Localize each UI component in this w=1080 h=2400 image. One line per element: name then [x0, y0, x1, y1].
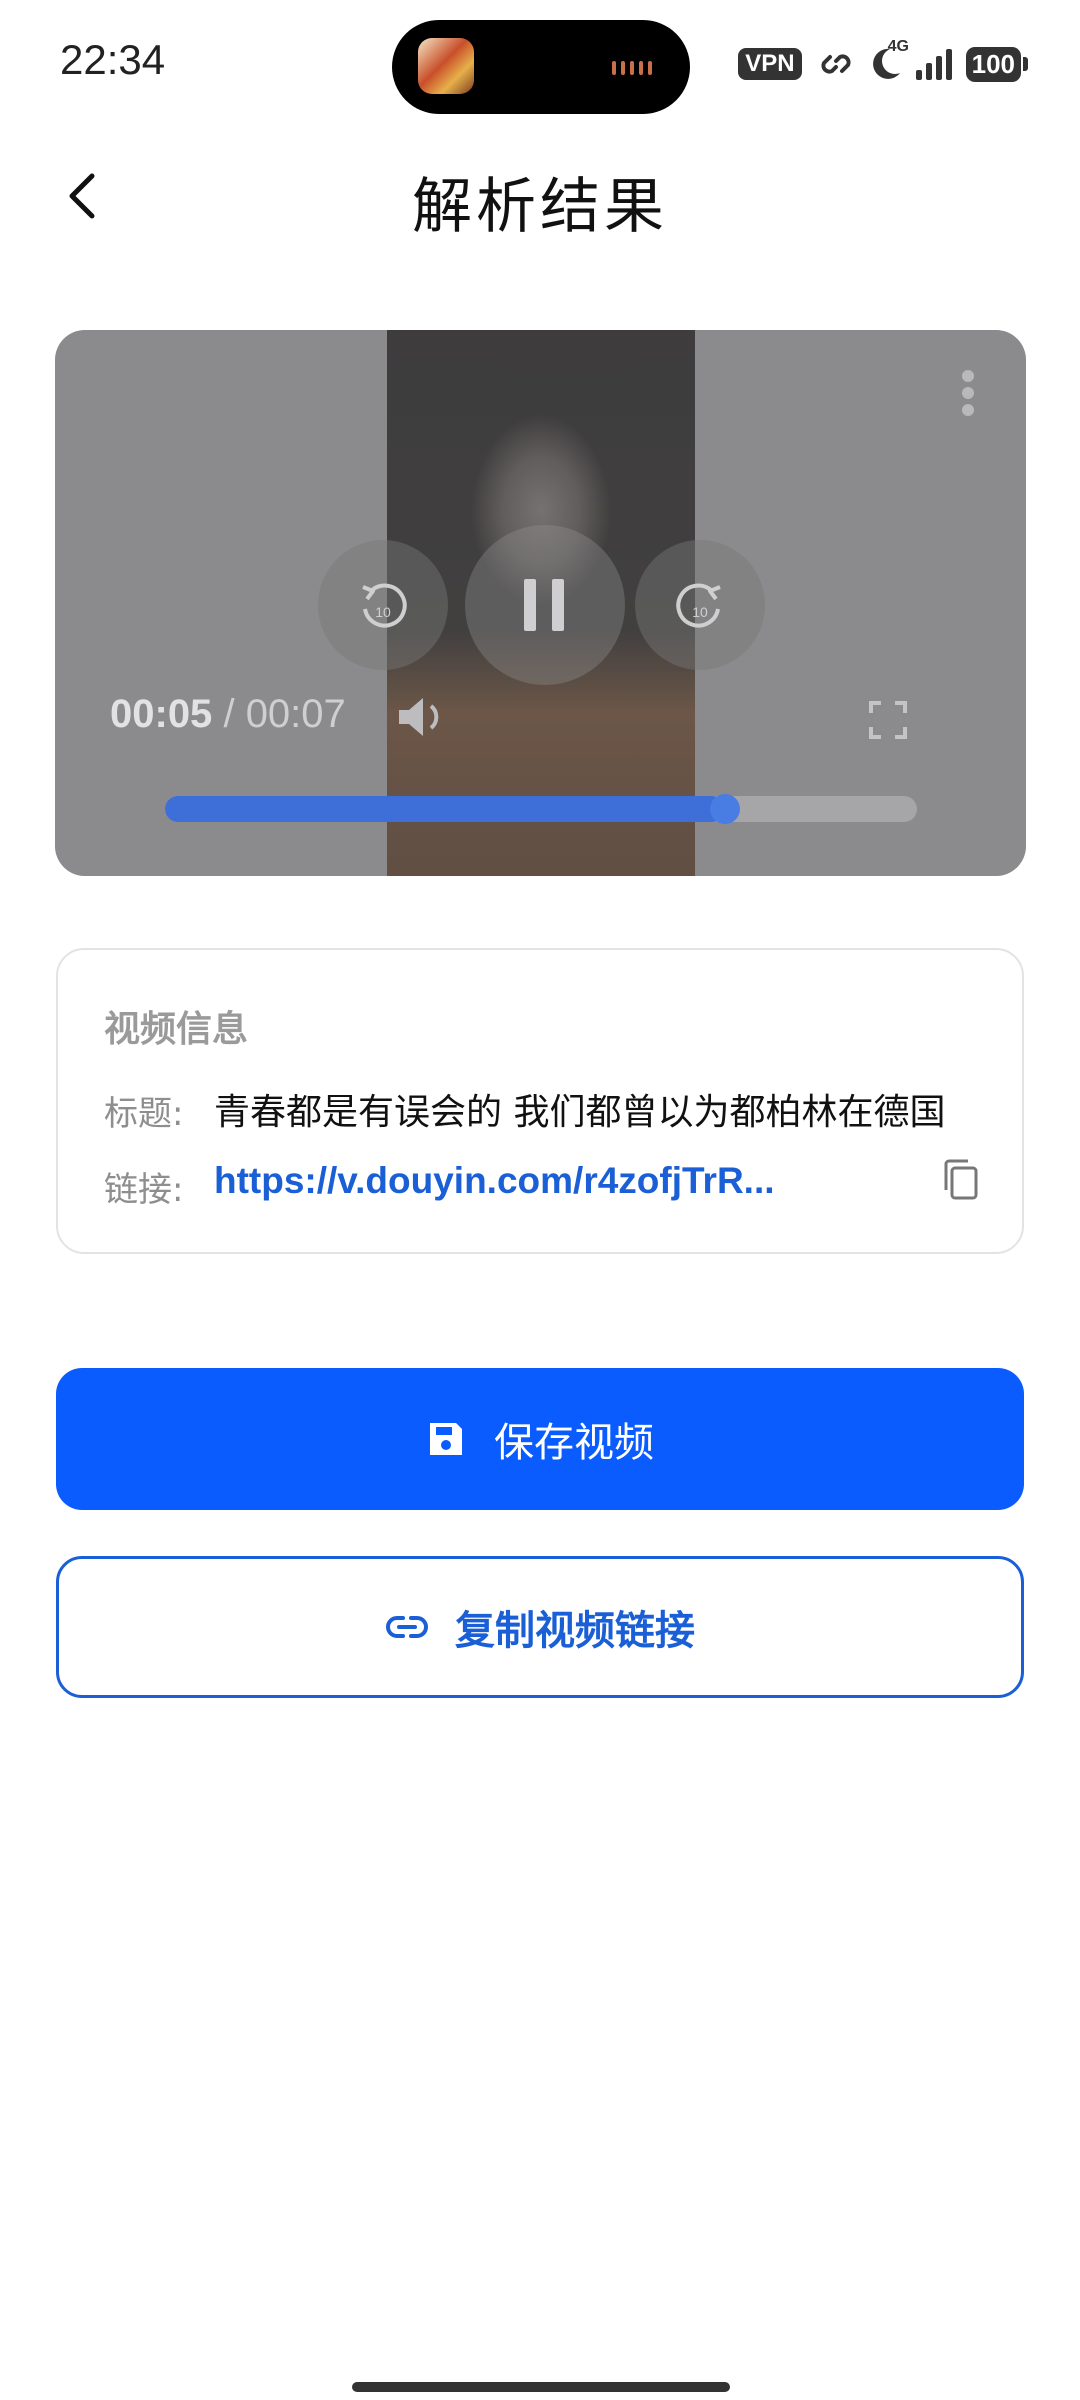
link-label: 链接:	[104, 1170, 184, 1210]
playback-time: 00:05 / 00:07	[110, 692, 346, 736]
volume-icon[interactable]	[395, 692, 451, 742]
svg-text:10: 10	[692, 604, 708, 620]
progress-fill	[165, 796, 726, 822]
copy-link-label: 复制视频链接	[455, 1608, 695, 1654]
video-info-card: 视频信息 标题: 青春都是有误会的 我们都曾以为都柏林在德国 链接: https…	[56, 948, 1024, 1254]
link-icon	[386, 1616, 428, 1638]
rewind-icon: 10	[362, 583, 407, 628]
video-info-heading: 视频信息	[104, 1009, 249, 1050]
forward-10-button[interactable]: 10	[635, 540, 765, 670]
video-title: 青春都是有误会的 我们都曾以为都柏林在德国	[214, 1092, 946, 1133]
battery-level: 100	[965, 46, 1021, 82]
pause-icon	[524, 579, 564, 631]
svg-text:10: 10	[375, 604, 391, 620]
video-player[interactable]: 10 10 00:05 / 00:07	[55, 330, 1026, 876]
music-app-icon	[418, 38, 474, 94]
duration: 00:07	[245, 692, 346, 736]
title-label: 标题:	[104, 1094, 184, 1134]
audio-wave-icon	[612, 60, 660, 76]
page-title: 解析结果	[412, 172, 668, 242]
pause-button[interactable]	[465, 525, 625, 685]
status-bar: 22:34 VPN 4G 100	[0, 0, 1080, 130]
dynamic-island[interactable]	[392, 20, 690, 114]
battery-icon: 100	[965, 46, 1028, 82]
vpn-badge: VPN	[738, 48, 802, 80]
video-link[interactable]: https://v.douyin.com/r4zofjTrR...	[214, 1160, 775, 1202]
fullscreen-icon[interactable]	[868, 700, 908, 740]
rewind-10-button[interactable]: 10	[318, 540, 448, 670]
status-indicators: VPN 4G 100	[738, 38, 1028, 84]
cellular-signal-icon: 4G	[888, 38, 952, 80]
home-indicator[interactable]	[352, 2382, 730, 2392]
current-time: 00:05	[110, 692, 213, 736]
progress-thumb[interactable]	[710, 794, 741, 824]
save-icon	[430, 1423, 462, 1455]
forward-icon: 10	[676, 583, 721, 628]
more-options-icon[interactable]	[962, 370, 976, 416]
status-time: 22:34	[60, 36, 166, 83]
link-status-icon	[821, 54, 851, 74]
copy-icon[interactable]	[940, 1158, 980, 1202]
copy-link-button[interactable]: 复制视频链接	[56, 1556, 1024, 1698]
progress-bar[interactable]	[165, 794, 917, 824]
save-video-button[interactable]: 保存视频	[56, 1368, 1024, 1510]
save-video-label: 保存视频	[494, 1420, 654, 1466]
